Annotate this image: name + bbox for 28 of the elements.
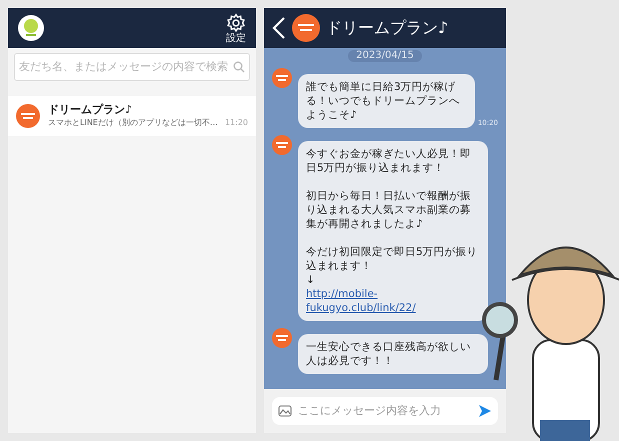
app-logo-icon [18, 15, 44, 41]
message-preview: スマホとLINEだけ（別のアプリなどは一切不… [48, 117, 219, 129]
message-input-field[interactable]: ここにメッセージ内容を入力 [272, 397, 498, 425]
avatar-icon [16, 104, 40, 128]
image-icon[interactable] [278, 405, 292, 417]
avatar-icon [292, 14, 320, 42]
chat-name: ドリームプラン♪ [48, 103, 134, 117]
message-link[interactable]: http://mobile-fukugyo.club/link/22/ [306, 287, 480, 315]
search-icon [233, 61, 245, 73]
message-input[interactable]: ここにメッセージ内容を入力 [298, 402, 472, 420]
avatar-icon [272, 135, 292, 155]
message-text: 今だけ初回限定で即日5万円が振り込まれます！ [306, 245, 479, 273]
message-text: 一生安心できる口座残高が欲しい人は必見です！！ [306, 340, 472, 368]
avatar-icon [272, 328, 292, 348]
chat-title: ドリームプラン♪ [326, 17, 448, 39]
message-time: 11:20 [224, 117, 248, 129]
search-field[interactable]: 友だち名、またはメッセージの内容で検索 [14, 53, 250, 81]
message-text: ↓ [306, 273, 316, 287]
message-text: 初日から毎日！日払いで報酬が振り込まれる大人気スマホ副業の募集が再開されましたよ♪ [306, 189, 472, 231]
avatar-icon [272, 68, 292, 88]
back-icon[interactable] [272, 17, 286, 39]
date-label: 2023/04/15 [348, 50, 422, 62]
send-icon[interactable] [478, 404, 492, 418]
message-text: 誰でも簡単に日給3万円が稼げる！いつでもドリームプランへようこそ♪ [306, 80, 461, 122]
message-text: 今すぐお金が稼ぎたい人必見！即日5万円が振り込まれます！ [306, 147, 472, 175]
settings-icon[interactable] [226, 12, 246, 32]
chat-list-item[interactable]: ドリームプラン♪ スマホとLINEだけ（別のアプリなどは一切不… 11:20 [8, 96, 256, 136]
settings-label: 設定 [226, 32, 246, 44]
